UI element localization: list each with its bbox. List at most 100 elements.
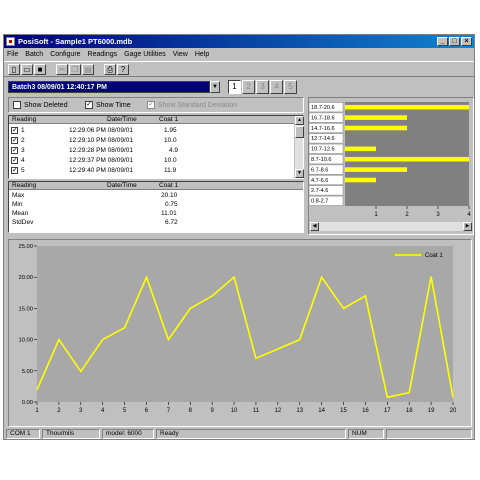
status-bar: COM 1 Thou/mils model: 6000 Ready NUM xyxy=(4,429,474,439)
stat-row-mean: Mean 11.01 xyxy=(9,210,189,218)
scroll-down-icon[interactable]: ▼ xyxy=(295,169,304,178)
trend-x-tick-label: 11 xyxy=(253,408,260,414)
histogram-category-label: 0.8-2.7 xyxy=(311,199,328,205)
reading-number: 1 xyxy=(21,127,25,134)
status-state: Ready xyxy=(156,429,346,439)
checkmark-icon[interactable]: ✓ xyxy=(85,101,93,109)
trend-x-tick-label: 4 xyxy=(101,408,105,414)
open-folder-icon[interactable]: ▭ xyxy=(21,64,33,75)
histogram-bar xyxy=(345,167,407,172)
checkmark-icon[interactable]: ✓ xyxy=(11,147,18,154)
trend-x-tick-label: 16 xyxy=(362,408,369,414)
app-window: PosiSoft - Sample1 PT6000.mdb _ □ × File… xyxy=(3,34,475,440)
close-button[interactable]: × xyxy=(461,37,472,46)
checkmark-icon[interactable]: ✓ xyxy=(11,137,18,144)
scroll-up-icon[interactable]: ▲ xyxy=(295,116,304,125)
paste-icon[interactable]: ▤ xyxy=(82,64,94,75)
histogram-category-label: 16.7-18.6 xyxy=(311,115,335,121)
trend-x-tick-label: 12 xyxy=(274,408,281,414)
checkmark-icon[interactable]: ✓ xyxy=(147,101,155,109)
trend-x-tick-label: 2 xyxy=(57,408,61,414)
checkmark-icon[interactable]: ✓ xyxy=(11,157,18,164)
header-reading: Reading xyxy=(12,182,37,189)
trend-legend-label: Coat 1 xyxy=(425,253,443,259)
reading-datetime: 12:29:40 PM 08/09/01 xyxy=(69,167,133,174)
reading-datetime: 12:29:10 PM 08/09/01 xyxy=(69,137,133,144)
trend-x-tick-label: 3 xyxy=(79,408,83,414)
menu-readings[interactable]: Readings xyxy=(85,49,122,60)
trend-x-tick-label: 20 xyxy=(450,408,457,414)
cut-icon[interactable]: ✂ xyxy=(56,64,68,75)
checkbox-box[interactable] xyxy=(13,101,21,109)
table-row[interactable]: ✓ 5 12:29:40 PM 08/09/01 11.9 xyxy=(9,166,295,176)
show-std-dev-label: Show Standard Deviation xyxy=(158,101,237,109)
trend-y-tick-label: 25.00 xyxy=(18,244,33,250)
trend-x-tick-label: 13 xyxy=(296,408,303,414)
tab-3[interactable]: 3 xyxy=(256,80,269,94)
tab-2[interactable]: 2 xyxy=(242,80,255,94)
reading-coat: 11.9 xyxy=(164,167,177,174)
trend-chart-panel: 0.00 5.00 10.00 15.00 20.00 25.00 1 2 3 4 5 6 7 8 9 10 1… xyxy=(8,239,472,427)
histogram-category-label: 8.7-10.6 xyxy=(311,157,332,163)
show-std-dev-checkbox[interactable]: ✓ Show Standard Deviation xyxy=(147,101,237,109)
stat-value: 11.01 xyxy=(161,210,177,217)
trend-x-tick-label: 14 xyxy=(318,408,325,414)
readings-list[interactable]: Reading Date/Time Coat 1 ✓ 1 12:29:06 PM… xyxy=(8,115,304,179)
maximize-button[interactable]: □ xyxy=(449,37,460,46)
tab-4[interactable]: 4 xyxy=(270,80,283,94)
reading-coat: 4.9 xyxy=(169,147,179,154)
histogram-category-label: 10.7-12.6 xyxy=(311,147,335,153)
stat-row-max: Max 20.10 xyxy=(9,192,189,200)
table-row[interactable]: ✓ 4 12:29:37 PM 08/09/01 10.0 xyxy=(9,156,295,166)
stat-label: Min xyxy=(12,201,23,208)
header-datetime: Date/Time xyxy=(107,116,137,123)
tab-1[interactable]: 1 xyxy=(228,80,241,94)
checkmark-icon[interactable]: ✓ xyxy=(11,127,18,134)
scroll-thumb[interactable] xyxy=(295,126,304,138)
print-icon[interactable]: ⎙ xyxy=(104,64,116,75)
trend-y-tick-label: 20.00 xyxy=(18,275,33,281)
menu-file[interactable]: File xyxy=(4,49,22,60)
header-coat: Coat 1 xyxy=(159,182,179,189)
help-icon[interactable]: ? xyxy=(117,64,129,75)
status-empty xyxy=(386,429,472,439)
readings-scrollbar[interactable]: ▲ ▼ xyxy=(294,116,304,178)
readings-header: Reading Date/Time Coat 1 xyxy=(9,116,295,124)
copy-icon[interactable]: ❐ xyxy=(69,64,81,75)
minimize-button[interactable]: _ xyxy=(437,37,448,46)
show-time-checkbox[interactable]: ✓ Show Time xyxy=(85,101,131,109)
menu-batch[interactable]: Batch xyxy=(22,49,47,60)
histogram-x-tick-label: 3 xyxy=(436,212,440,218)
stat-row-min: Min 0.75 xyxy=(9,201,189,209)
new-file-icon[interactable]: ▯ xyxy=(8,64,20,75)
checkmark-icon[interactable]: ✓ xyxy=(11,167,18,174)
menu-configure[interactable]: Configure xyxy=(47,49,84,60)
tab-5[interactable]: 5 xyxy=(284,80,297,94)
menu-help[interactable]: Help xyxy=(192,49,213,60)
reading-coat: 10.0 xyxy=(164,137,177,144)
menu-gage-utilities[interactable]: Gage Utilities xyxy=(121,49,170,60)
histogram-scrollbar[interactable]: ◀ ▶ xyxy=(310,222,472,231)
menu-view[interactable]: View xyxy=(170,49,192,60)
histogram-category-label: 6.7-8.6 xyxy=(311,167,328,173)
app-icon[interactable] xyxy=(6,37,15,46)
table-row[interactable]: ✓ 1 12:29:06 PM 08/09/01 1.95 xyxy=(9,126,295,136)
batch-select[interactable]: Batch3 08/09/01 12:40:17 PM xyxy=(8,81,210,93)
show-deleted-checkbox[interactable]: Show Deleted xyxy=(13,101,68,109)
stat-value: 6.72 xyxy=(165,219,178,226)
title-bar[interactable]: PosiSoft - Sample1 PT6000.mdb _ □ × xyxy=(4,35,474,48)
chevron-down-icon[interactable]: ▼ xyxy=(210,81,220,93)
trend-x-tick-label: 7 xyxy=(167,408,171,414)
scroll-right-icon[interactable]: ▶ xyxy=(463,222,472,231)
trend-plot-area xyxy=(37,246,453,402)
save-disk-icon[interactable]: ■ xyxy=(34,64,46,75)
scroll-left-icon[interactable]: ◀ xyxy=(310,222,319,231)
status-port: COM 1 xyxy=(6,429,40,439)
trend-x-tick-label: 9 xyxy=(210,408,214,414)
table-row[interactable]: ✓ 2 12:29:10 PM 08/09/01 10.0 xyxy=(9,136,295,146)
table-row[interactable]: ✓ 3 12:29:28 PM 08/09/01 4.9 xyxy=(9,146,295,156)
stat-value: 0.75 xyxy=(165,201,178,208)
trend-chart: 0.005.0010.0015.0020.0025.001 2 3 4 5 6 7 8 9 10 1… xyxy=(18,244,457,414)
histogram-category-label: 14.7-16.6 xyxy=(311,126,335,132)
histogram-bar xyxy=(345,115,407,120)
